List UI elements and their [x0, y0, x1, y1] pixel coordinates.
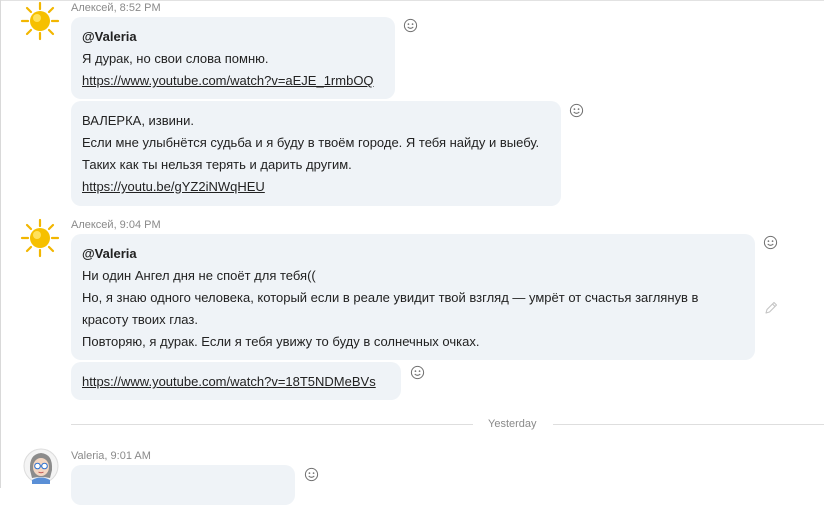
message-meta: Алексей, 8:52 PM: [71, 2, 161, 14]
message-text: Я дурак, но свои слова помню.: [82, 51, 269, 66]
message-bubble[interactable]: ВАЛЕРКА, извини. Если мне улыбнётся судь…: [71, 101, 561, 206]
youtube-link[interactable]: https://youtu.be/gYZ2iNWqHEU: [82, 176, 265, 198]
pencil-edit-icon[interactable]: [763, 300, 779, 316]
date-divider-line: [71, 424, 473, 425]
smiley-reaction-icon[interactable]: [763, 235, 778, 250]
message-text: Таких как ты нельзя терять и дарить друг…: [82, 157, 352, 172]
date-divider: Yesterday: [488, 418, 537, 430]
message-text: ВАЛЕРКА, извини.: [82, 113, 194, 128]
message-text: Если мне улыбнётся судьба и я буду в тво…: [82, 135, 540, 150]
girl-with-glasses-avatar[interactable]: [23, 448, 59, 484]
youtube-link[interactable]: https://www.youtube.com/watch?v=aEJE_1rm…: [82, 70, 374, 92]
message-text: Повторяю, я дурак. Если я тебя увижу то …: [82, 334, 480, 349]
smiley-reaction-icon[interactable]: [569, 103, 584, 118]
message-text: красоту твоих глаз.: [82, 312, 198, 327]
mention[interactable]: @Valeria: [82, 26, 137, 48]
date-divider-line: [553, 424, 824, 425]
message-text: Но, я знаю одного человека, который если…: [82, 290, 699, 305]
smiley-reaction-icon[interactable]: [410, 365, 425, 380]
message-bubble[interactable]: https://www.youtube.com/watch?v=18T5NDMe…: [71, 362, 401, 400]
message-bubble[interactable]: @Valeria Ни один Ангел дня не споёт для …: [71, 234, 755, 360]
sun-avatar[interactable]: [20, 218, 60, 258]
smiley-reaction-icon[interactable]: [403, 18, 418, 33]
message-bubble[interactable]: @Valeria Я дурак, но свои слова помню. h…: [71, 17, 395, 99]
youtube-link[interactable]: https://www.youtube.com/watch?v=18T5NDMe…: [82, 371, 376, 393]
top-border: [1, 0, 824, 1]
smiley-reaction-icon[interactable]: [304, 467, 319, 482]
sun-avatar[interactable]: [20, 1, 60, 41]
message-meta: Valeria, 9:01 AM: [71, 450, 151, 462]
message-meta: Алексей, 9:04 PM: [71, 219, 161, 231]
message-text: Ни один Ангел дня не споёт для тебя((: [82, 268, 316, 283]
mention[interactable]: @Valeria: [82, 243, 137, 265]
message-bubble[interactable]: [71, 465, 295, 505]
